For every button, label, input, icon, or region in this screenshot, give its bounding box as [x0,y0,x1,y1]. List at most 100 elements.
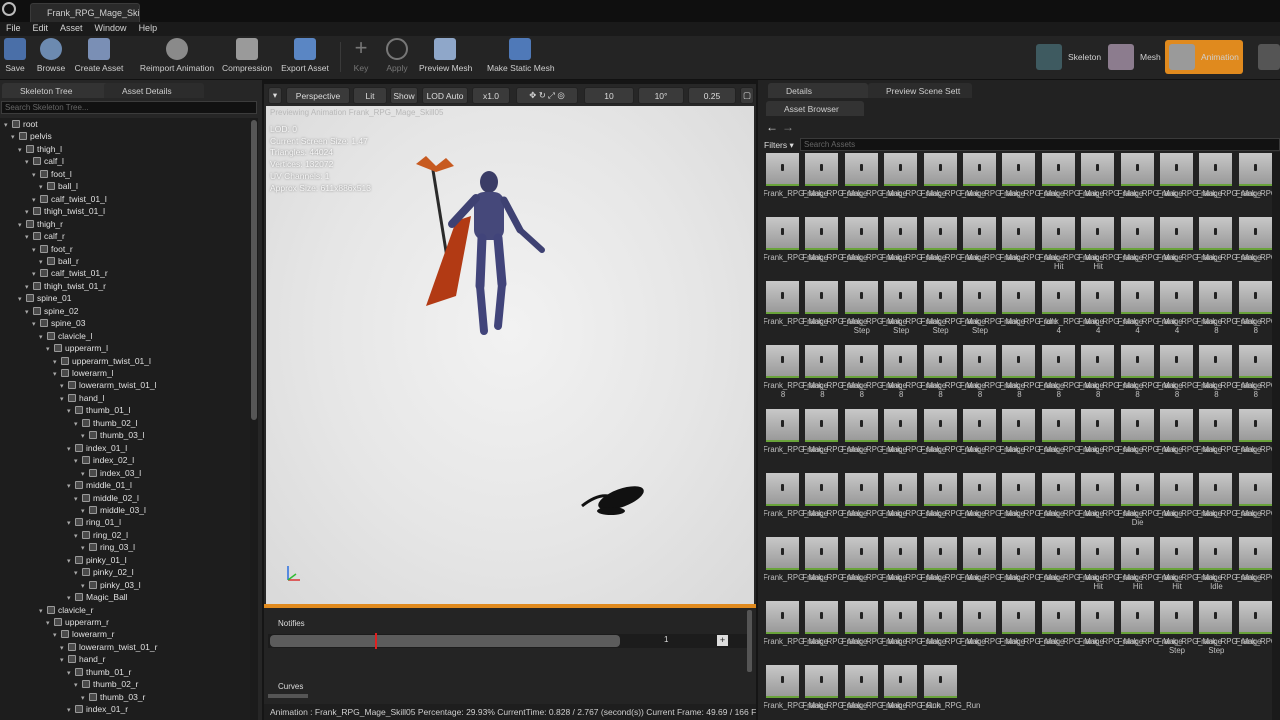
asset-tile[interactable]: Frank_RPG_Idle [999,281,1057,341]
asset-tile[interactable]: Frank_RPG_Mage [881,409,946,469]
asset-tile[interactable]: Frank_RPG_Mage Step [842,281,907,341]
asset-tile[interactable]: Frank_RPG_Mage [1157,153,1222,213]
bone-row[interactable]: ▾ index_02_l [74,454,134,466]
add-notify-button[interactable]: + [717,635,728,646]
asset-tile[interactable]: Frank_RPG_Mage [842,665,907,720]
bone-row[interactable]: ▾ thigh_r [18,218,63,230]
notify-track[interactable] [270,635,620,647]
asset-tile[interactable]: Frank_RPG_Mage [1118,153,1183,213]
bone-row[interactable]: ▾ index_01_l [67,442,127,454]
asset-tile[interactable]: Frank_RPG_Mage [1196,217,1261,277]
menu-file[interactable]: File [0,22,27,34]
asset-tile[interactable]: Frank_RPG_Mage [1078,409,1143,469]
create-asset-button[interactable]: Create Asset [74,38,124,78]
asset-tile[interactable]: Frank_RPG_Mage [1236,537,1280,597]
asset-tile[interactable]: Frank_RPG_Mage [881,601,946,661]
asset-tile[interactable]: Frank_RPG_Mage [1236,473,1280,533]
asset-tile[interactable]: Frank_RPG_Mage [1118,217,1183,277]
asset-tile[interactable]: Frank_RPG_Mage [960,601,1025,661]
asset-tile[interactable]: Frank_RPG_Mage [842,217,907,277]
key-button[interactable]: + Key [350,37,372,78]
tab-details[interactable]: Details [768,83,868,98]
tab-skeleton-tree[interactable]: Skeleton Tree [2,83,110,98]
asset-tile[interactable]: Frank_RPG_Mage 8 [1236,281,1280,341]
asset-tile[interactable]: Frank_RPG_Mage [802,217,867,277]
asset-tile[interactable]: Frank_RPG_Mage Idle [1196,537,1261,597]
asset-tile[interactable]: Frank_RPG_Mage [1196,473,1261,533]
lod-button[interactable]: LOD Auto [422,87,468,104]
browse-button[interactable]: Browse [36,38,66,78]
back-arrow-icon[interactable]: ← [766,120,778,134]
asset-tile[interactable]: Frank_RPG_Mage [764,601,828,661]
playhead[interactable] [374,633,377,649]
asset-tile[interactable]: Frank_RPG_Mage [1039,153,1104,213]
asset-tile[interactable]: Frank_RPG_Mage 8 [960,345,1025,405]
bone-row[interactable]: ▾ clavicle_r [39,604,93,616]
bone-row[interactable]: ▾ root [4,118,38,130]
asset-tile[interactable]: Frank_RPG_Mage [802,665,867,720]
asset-tile[interactable]: Frank_RPG_Mage [842,473,907,533]
asset-tile[interactable]: Frank_RPG_Mage 8 [764,345,828,405]
asset-tile[interactable]: Frank_RPG_Mage [1039,537,1104,597]
maximize-viewport-button[interactable]: ▢ [740,87,754,104]
asset-tile[interactable]: Frank_RPG_Mage [802,409,867,469]
bone-row[interactable]: ▾ index_01_r [67,703,128,715]
asset-tile[interactable]: Frank_RPG_Mage [881,153,946,213]
bone-row[interactable]: ▾ upperarm_l [46,342,108,354]
asset-tile[interactable]: Frank_RPG_Mage [1118,409,1183,469]
mode-animation[interactable]: Animation [1165,40,1243,74]
asset-tile[interactable]: Frank_RPG_Mage 4 [1118,281,1183,341]
curves-track[interactable] [268,694,308,698]
mode-skeleton[interactable]: Skeleton [1032,40,1104,74]
skeleton-search-input[interactable]: Search Skeleton Tree... [1,101,257,114]
bone-row[interactable]: ▾ lowerarm_twist_01_r [60,641,157,653]
asset-tile[interactable]: Frank_RPG_Mage [1078,601,1143,661]
bone-row[interactable]: ▾ pelvis [11,130,52,142]
bone-row[interactable]: ▾ spine_01 [18,292,72,304]
bone-row[interactable]: ▾ foot_l [32,168,72,180]
tab-asset-browser[interactable]: Asset Browser [766,101,864,116]
asset-tile[interactable]: Frank_RPG_Mage [960,537,1025,597]
menu-asset[interactable]: Asset [54,22,89,34]
asset-tile[interactable]: Frank_RPG_Mage [842,153,907,213]
bone-row[interactable]: ▾ calf_twist_01_r [32,267,108,279]
reimport-animation-button[interactable]: Reimport Animation [139,38,215,78]
bone-row[interactable]: ▾ upperarm_r [46,616,109,628]
tab-asset-details[interactable]: Asset Details [104,83,204,98]
asset-tile[interactable]: Frank_RPG_Mage 4 [1078,281,1143,341]
bone-row[interactable]: ▾ upperarm_twist_01_l [53,355,151,367]
bone-row[interactable]: ▾ spine_03 [32,317,86,329]
export-asset-button[interactable]: Export Asset [281,38,329,78]
bone-row[interactable]: ▾ lowerarm_l [53,367,114,379]
asset-tile[interactable]: Frank_RPG_Mage [764,217,828,277]
bone-row[interactable]: ▾ thigh_l [18,143,62,155]
asset-tile[interactable]: Frank_RPG_Mage [842,537,907,597]
asset-tile[interactable]: Frank_RPG_Mage [764,537,828,597]
rotation-snap-button[interactable]: 10° [638,87,684,104]
menu-window[interactable]: Window [89,22,133,34]
bone-row[interactable]: ▾ pinky_02_l [74,566,134,578]
asset-tile[interactable]: Frank_RPG_Mage [802,281,867,341]
asset-tile[interactable]: Frank_RPG_Mage [999,537,1064,597]
perspective-button[interactable]: Perspective [286,87,350,104]
bone-row[interactable]: ▾ spine_02 [25,305,79,317]
compression-button[interactable]: Compression [222,38,272,78]
asset-tile[interactable]: Frank_RPG_Mage [802,601,867,661]
asset-tile[interactable]: Frank_RPG_Mage [999,601,1064,661]
grid-snap-button[interactable]: 10 [584,87,634,104]
asset-browser-scrollbar[interactable] [1272,152,1280,720]
asset-tile[interactable]: Frank_RPG_Mage Step [881,281,946,341]
timeline-scrollbar[interactable] [747,610,752,672]
asset-tile[interactable]: Frank_RPG_Mage 8 [1196,281,1261,341]
scale-snap-button[interactable]: 0.25 [688,87,736,104]
menu-edit[interactable]: Edit [27,22,55,34]
asset-tile[interactable]: Frank_RPG_Mage [764,153,828,213]
asset-tile[interactable]: Frank_RPG_Mage Hit [1078,537,1143,597]
expand-arrow-icon[interactable]: ▾ [67,705,75,717]
bone-row[interactable]: ▾ ring_02_l [74,529,128,541]
asset-tile[interactable]: Frank_RPG_Run [881,665,941,720]
asset-tile[interactable]: Frank_RPG_Mage 8 [1118,345,1183,405]
bone-row[interactable]: ▾ hand_r [60,653,105,665]
asset-tile[interactable]: Frank_RPG_Mage [764,409,828,469]
bone-row[interactable]: ▾ thumb_02_l [74,417,137,429]
